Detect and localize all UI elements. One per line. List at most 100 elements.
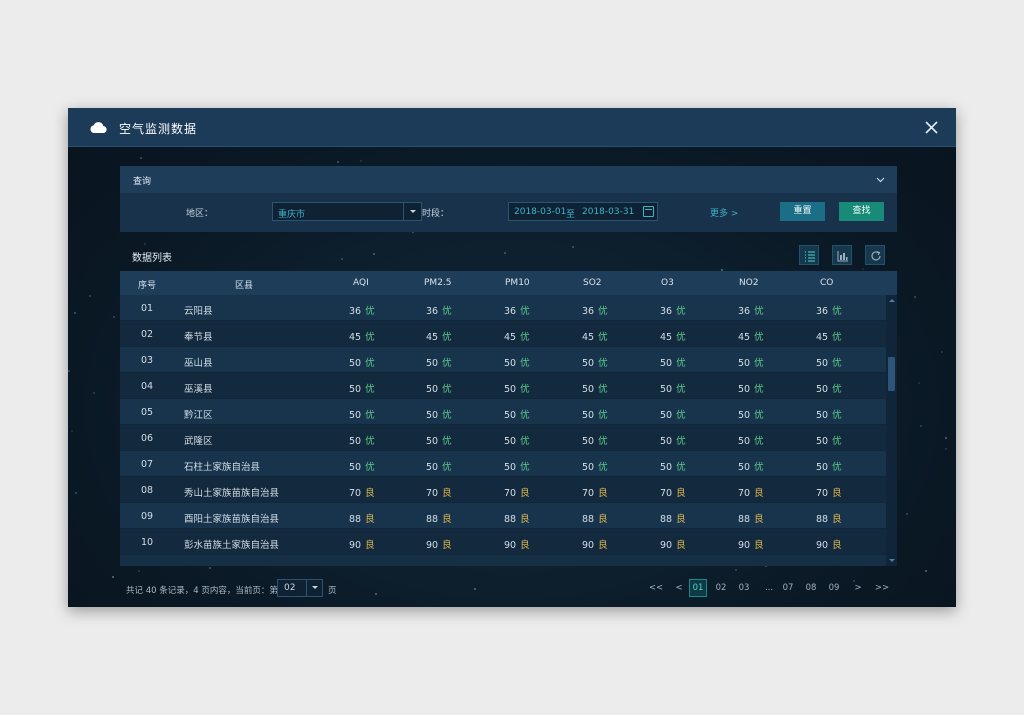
metric-cell: 50 优 — [582, 381, 608, 395]
metric-value: 90 — [426, 540, 439, 551]
column-header: PM2.5 — [424, 278, 452, 288]
dropdown-arrow-icon[interactable] — [403, 203, 421, 220]
metric-cell: 50 优 — [582, 407, 608, 421]
quality-level: 优 — [598, 436, 608, 447]
current-page-select[interactable]: 02 — [277, 579, 323, 597]
page-button[interactable]: 03 — [735, 579, 753, 597]
quality-level: 优 — [365, 384, 375, 395]
quality-level: 良 — [676, 540, 686, 551]
quality-level: 优 — [365, 358, 375, 369]
calendar-icon[interactable] — [643, 206, 654, 217]
quality-level: 优 — [365, 306, 375, 317]
metric-value: 50 — [426, 436, 439, 447]
metric-cell: 50 优 — [582, 459, 608, 473]
metric-value: 36 — [816, 306, 829, 317]
metric-cell: 88 良 — [504, 511, 530, 525]
quality-level: 良 — [598, 488, 608, 499]
metric-cell: 70 良 — [504, 485, 530, 499]
table-row[interactable]: 04 巫溪县 50 优 50 优 50 优 50 优 50 优 50 优 50 优 — [120, 373, 886, 399]
table-scrollbar[interactable] — [886, 295, 897, 566]
page-button[interactable]: 09 — [825, 579, 843, 597]
quality-level: 良 — [754, 514, 764, 525]
reset-button[interactable]: 重置 — [780, 202, 825, 221]
metric-value: 70 — [660, 488, 673, 499]
district-name: 黔江区 — [184, 410, 213, 421]
date-start[interactable]: 2018-03-01 — [514, 207, 566, 217]
metric-cell: 50 优 — [504, 381, 530, 395]
metric-value: 45 — [582, 332, 595, 343]
metric-cell: 90 良 — [426, 537, 452, 551]
table-row[interactable]: 06 武隆区 50 优 50 优 50 优 50 优 50 优 50 优 50 优 — [120, 425, 886, 451]
row-number: 07 — [141, 459, 154, 470]
column-header: AQI — [353, 278, 369, 288]
district-name: 巫溪县 — [184, 384, 213, 395]
metric-cell: 50 优 — [349, 381, 375, 395]
table-row[interactable]: 08 秀山土家族苗族自治县 70 良 70 良 70 良 70 良 70 良 70 良 70 良 — [120, 477, 886, 503]
quality-level: 优 — [832, 410, 842, 421]
metric-value: 50 — [504, 436, 517, 447]
next-page-button[interactable]: > — [849, 579, 867, 597]
list-view-button[interactable] — [799, 245, 819, 265]
prev-page-button[interactable]: < — [670, 579, 688, 597]
metric-value: 36 — [738, 306, 751, 317]
page-button[interactable]: 02 — [712, 579, 730, 597]
district-name: 彭水苗族土家族自治县 — [184, 540, 280, 551]
metric-value: 88 — [349, 514, 362, 525]
record-summary: 共记 40 条记录，4 页内容，当前页：第 — [126, 586, 278, 596]
quality-level: 优 — [676, 384, 686, 395]
metric-cell: 50 优 — [738, 355, 764, 369]
date-end[interactable]: 2018-03-31 — [582, 207, 634, 217]
metric-value: 50 — [582, 436, 595, 447]
column-header: O3 — [661, 278, 674, 288]
quality-level: 优 — [442, 410, 452, 421]
quality-level: 良 — [832, 540, 842, 551]
metric-cell: 70 良 — [660, 485, 686, 499]
last-page-button[interactable]: >> — [873, 579, 891, 597]
table-row[interactable]: 10 彭水苗族土家族自治县 90 良 90 良 90 良 90 良 90 良 90 良 90 良 — [120, 529, 886, 555]
metric-cell: 50 优 — [660, 459, 686, 473]
metric-value: 36 — [660, 306, 673, 317]
table-row[interactable]: 07 石柱土家族自治县 50 优 50 优 50 优 50 优 50 优 50 优 50 优 — [120, 451, 886, 477]
page-button[interactable]: 07 — [779, 579, 797, 597]
row-number: 01 — [141, 303, 154, 314]
quality-level: 优 — [676, 332, 686, 343]
metric-cell: 45 优 — [504, 329, 530, 343]
first-page-button[interactable]: << — [647, 579, 665, 597]
metric-cell: 36 优 — [426, 303, 452, 317]
scroll-up-icon[interactable] — [889, 299, 895, 302]
region-select[interactable]: 重庆市 — [272, 202, 422, 221]
table-row[interactable]: 01 云阳县 36 优 36 优 36 优 36 优 36 优 36 优 36 优 — [120, 295, 886, 321]
date-range-input[interactable]: 2018-03-01 至 2018-03-31 — [508, 202, 658, 221]
date-separator: 至 — [566, 210, 576, 220]
query-panel-header[interactable]: 查询 — [120, 166, 897, 193]
metric-value: 50 — [816, 384, 829, 395]
chevron-down-icon[interactable] — [876, 175, 885, 184]
metric-cell: 50 优 — [582, 433, 608, 447]
query-title: 查询 — [133, 177, 152, 187]
table-header: 序号 区县 AQI PM2.5 PM10 SO2 O3 NO2 CO — [120, 271, 897, 295]
quality-level: 优 — [598, 384, 608, 395]
scrollbar-thumb[interactable] — [888, 357, 895, 391]
metric-cell: 50 优 — [349, 459, 375, 473]
quality-level: 优 — [754, 462, 764, 473]
metric-value: 70 — [349, 488, 362, 499]
page-button[interactable]: 08 — [802, 579, 820, 597]
more-filters-link[interactable]: 更多 > — [710, 206, 738, 219]
refresh-button[interactable] — [865, 245, 885, 265]
quality-level: 优 — [520, 332, 530, 343]
table-row[interactable]: 02 奉节县 45 优 45 优 45 优 45 优 45 优 45 优 45 优 — [120, 321, 886, 347]
pager-ellipsis: ... — [764, 583, 774, 593]
dropdown-arrow-icon[interactable] — [306, 580, 322, 596]
page-button[interactable]: 01 — [689, 579, 707, 597]
metric-value: 45 — [426, 332, 439, 343]
table-row[interactable]: 09 酉阳土家族苗族自治县 88 良 88 良 88 良 88 良 88 良 88 良 88 良 — [120, 503, 886, 529]
scroll-down-icon[interactable] — [889, 559, 895, 562]
metric-value: 70 — [816, 488, 829, 499]
table-row[interactable]: 05 黔江区 50 优 50 优 50 优 50 优 50 优 50 优 50 优 — [120, 399, 886, 425]
close-icon[interactable] — [924, 120, 939, 135]
metric-value: 90 — [660, 540, 673, 551]
metric-value: 50 — [738, 462, 751, 473]
table-row[interactable]: 03 巫山县 50 优 50 优 50 优 50 优 50 优 50 优 50 优 — [120, 347, 886, 373]
search-button[interactable]: 查找 — [839, 202, 884, 221]
chart-view-button[interactable] — [832, 245, 852, 265]
